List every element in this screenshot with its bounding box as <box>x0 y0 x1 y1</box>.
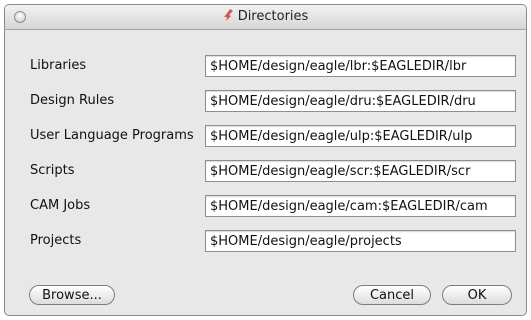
window-title: Directories <box>5 5 526 29</box>
libraries-label: Libraries <box>30 58 87 73</box>
projects-input[interactable] <box>205 230 516 252</box>
row-ulp: User Language Programs <box>5 125 526 149</box>
projects-label: Projects <box>30 233 82 248</box>
ulp-input[interactable] <box>205 125 516 147</box>
row-libraries: Libraries <box>5 55 526 79</box>
row-projects: Projects <box>5 230 526 254</box>
scripts-label: Scripts <box>30 163 75 178</box>
browse-button[interactable]: Browse... <box>29 285 115 305</box>
title-bar[interactable]: Directories <box>5 5 526 30</box>
cam-jobs-input[interactable] <box>205 195 516 217</box>
ulp-label: User Language Programs <box>30 128 194 143</box>
ok-button[interactable]: OK <box>442 285 512 305</box>
row-design-rules: Design Rules <box>5 90 526 114</box>
directories-dialog: Directories Libraries Design Rules User … <box>4 4 527 316</box>
libraries-input[interactable] <box>205 55 516 77</box>
design-rules-input[interactable] <box>205 90 516 112</box>
scripts-input[interactable] <box>205 160 516 182</box>
row-scripts: Scripts <box>5 160 526 184</box>
cam-jobs-label: CAM Jobs <box>30 198 91 213</box>
row-cam-jobs: CAM Jobs <box>5 195 526 219</box>
eagle-icon <box>223 9 233 21</box>
cancel-button[interactable]: Cancel <box>353 285 431 305</box>
design-rules-label: Design Rules <box>30 93 115 108</box>
window-title-text: Directories <box>237 9 309 24</box>
